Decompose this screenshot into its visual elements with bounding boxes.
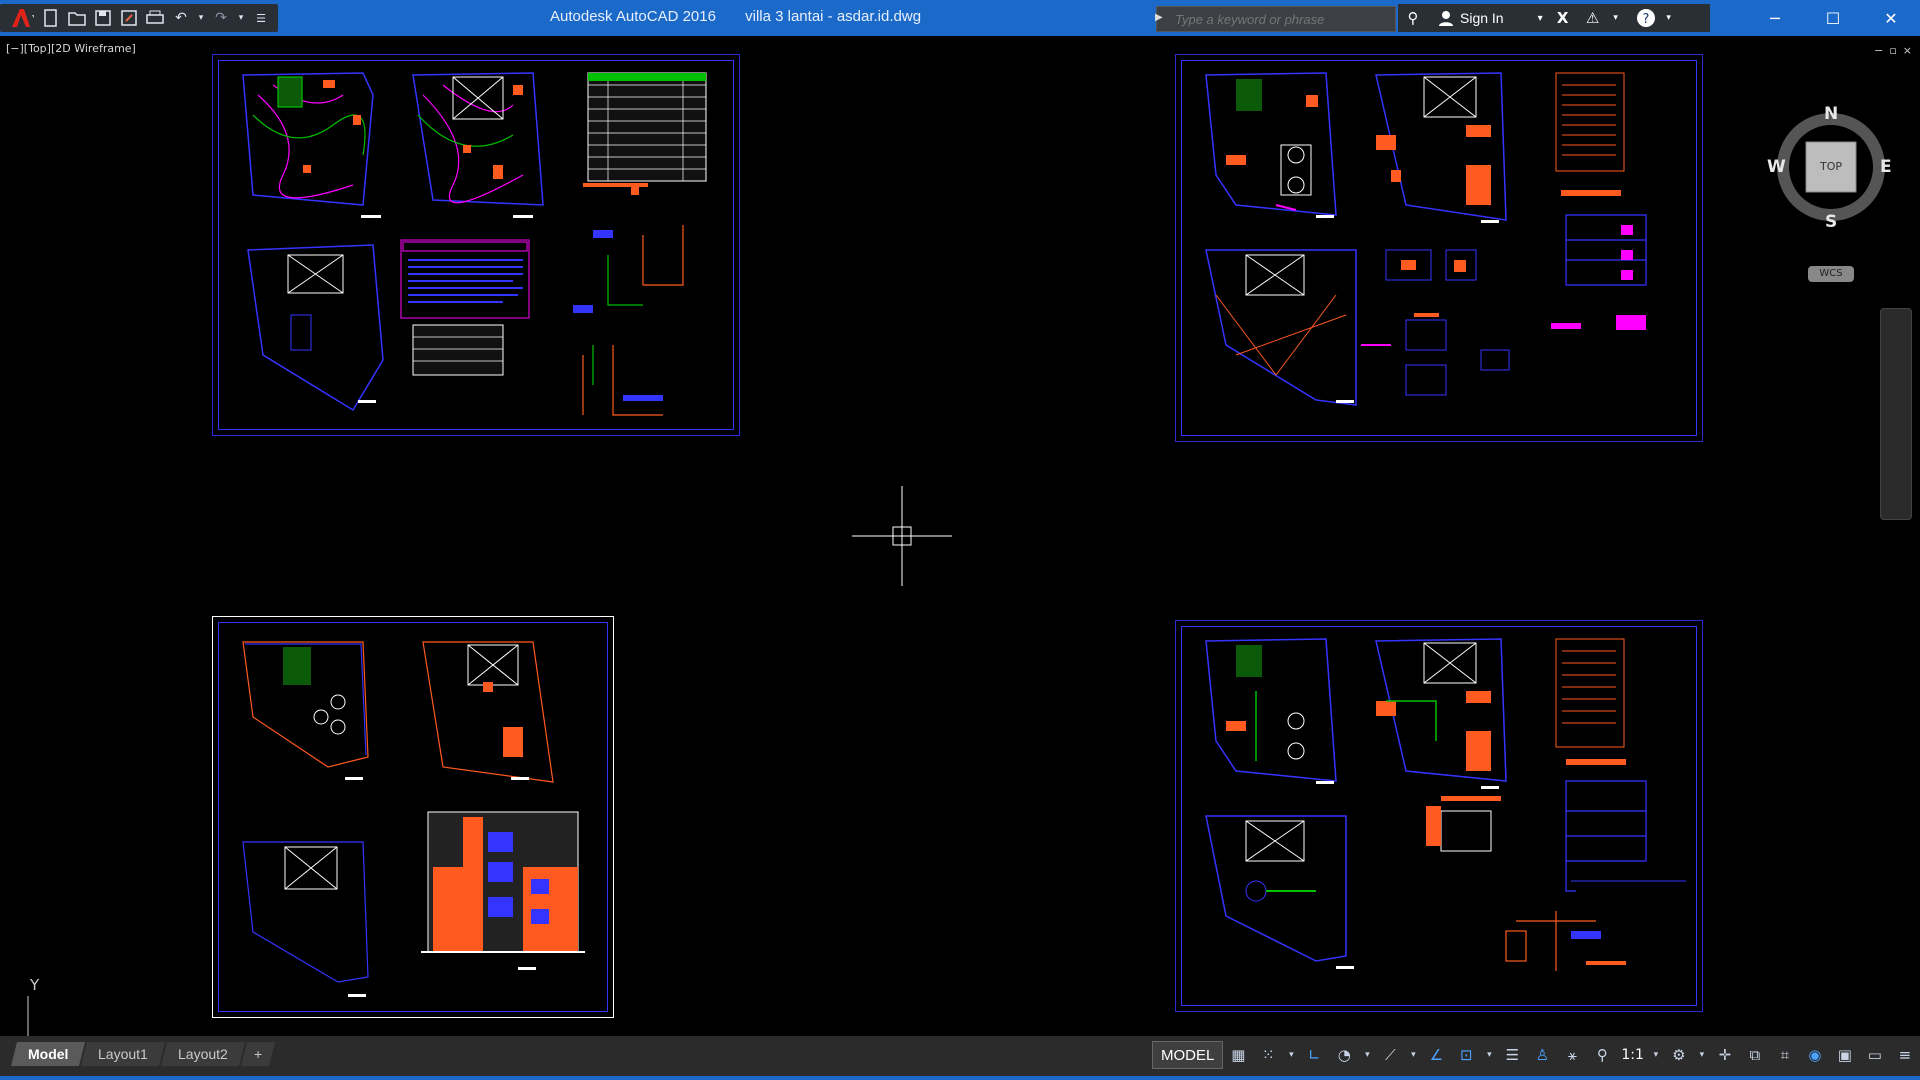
search-box[interactable]: ▶ [1155, 6, 1396, 32]
viewcube[interactable]: TOP N S E W [1767, 104, 1892, 232]
redo-dropdown-icon[interactable]: ▾ [236, 7, 246, 29]
snap-dropdown-icon[interactable]: ▾ [1286, 1043, 1296, 1067]
compass-east[interactable]: E [1880, 157, 1892, 177]
viewport-minimize-button[interactable]: − [1874, 44, 1883, 57]
svg-text:?: ? [1642, 12, 1649, 27]
sign-in-button[interactable]: Sign In ▾ [1438, 10, 1543, 26]
ucs-icon: Y X [20, 976, 100, 1036]
polar-tracking-icon[interactable]: ◔ [1332, 1043, 1356, 1067]
help-icon[interactable]: ? [1634, 6, 1658, 30]
save-icon[interactable] [92, 7, 114, 29]
redo-icon[interactable]: ↷ [210, 7, 232, 29]
wcs-menu[interactable]: WCS [1808, 266, 1854, 282]
title-bar: ↶ ▾ ↷ ▾ ☰ Autodesk AutoCAD 2016 villa 3 … [0, 0, 1920, 36]
help-dropdown-icon[interactable]: ▾ [1664, 6, 1674, 30]
architectural-plan-drawing [242, 641, 585, 997]
annotation-visibility-icon[interactable]: ♙ [1530, 1043, 1554, 1067]
window-title: Autodesk AutoCAD 2016 villa 3 lantai - a… [550, 8, 922, 25]
viewcube-top-face[interactable]: TOP [1806, 160, 1856, 173]
clean-screen-icon[interactable]: ▭ [1863, 1043, 1887, 1067]
customization-menu-icon[interactable]: ≡ [1893, 1043, 1917, 1067]
lineweight-icon[interactable]: ☰ [1500, 1043, 1524, 1067]
compass-north[interactable]: N [1824, 104, 1838, 124]
customize-icon[interactable]: ☰ [250, 7, 272, 29]
new-icon[interactable] [40, 7, 62, 29]
annotation-monitor-icon[interactable]: ✛ [1713, 1043, 1737, 1067]
a360-dropdown-icon[interactable]: ▾ [1611, 6, 1621, 30]
print-icon[interactable] [144, 7, 166, 29]
viewport-restore-button[interactable]: ▫ [1889, 44, 1896, 57]
user-icon [1439, 11, 1453, 26]
quick-properties-icon[interactable]: ⌗ [1773, 1043, 1797, 1067]
ortho-icon[interactable]: ∟ [1302, 1043, 1326, 1067]
binoculars-icon[interactable]: ⚲ [1401, 6, 1425, 30]
autocad-logo-icon [12, 9, 34, 27]
close-button[interactable]: ✕ [1862, 0, 1920, 36]
taskbar-strip [0, 1076, 1920, 1080]
open-icon[interactable] [66, 7, 88, 29]
undo-dropdown-icon[interactable]: ▾ [196, 7, 206, 29]
iso-dropdown-icon[interactable]: ▾ [1408, 1043, 1418, 1067]
viewport-controls-label[interactable]: [−][Top][2D Wireframe] [6, 42, 136, 55]
tab-layout2[interactable]: Layout2 [161, 1042, 246, 1066]
scale-dropdown-icon[interactable]: ▾ [1651, 1043, 1661, 1067]
minimize-button[interactable]: ─ [1746, 0, 1804, 36]
crosshair-cursor [852, 486, 952, 586]
model-space-button[interactable]: MODEL [1152, 1041, 1224, 1069]
osnap-dropdown-icon[interactable]: ▾ [1484, 1043, 1494, 1067]
layout-tabs: Model Layout1 Layout2 + [11, 1042, 276, 1066]
drawing-viewport[interactable]: [−][Top][2D Wireframe] − ▫ × TOP N S E W… [0, 36, 1920, 1036]
add-layout-button[interactable]: + [241, 1042, 276, 1066]
sanitary-plan-drawing [1205, 638, 1686, 971]
sign-in-label: Sign In [1460, 10, 1504, 26]
workspace-gear-icon[interactable]: ⚙ [1667, 1043, 1691, 1067]
exchange-apps-icon[interactable]: X [1551, 6, 1575, 30]
infocenter-toolbar: ⚲ Sign In ▾ X ⚠ ▾ ? ▾ [1398, 4, 1710, 32]
drawing-sheet-sanitary [1175, 620, 1703, 1012]
drawing-sheet-architectural [212, 616, 614, 1018]
drawing-sheet-plumbing [1175, 54, 1703, 442]
drawing-sheet-electrical [212, 54, 740, 436]
quick-access-toolbar: ↶ ▾ ↷ ▾ ☰ [0, 4, 278, 32]
status-toolbar: MODEL ▦ ⁙ ▾ ∟ ◔ ▾ ⟋ ▾ ∠ ⊡ ▾ ☰ ♙ ⚹ ⚲ 1:1 … [1152, 1040, 1920, 1070]
object-snap-icon[interactable]: ⊡ [1454, 1043, 1478, 1067]
annotation-scale-icon[interactable]: ⚲ [1590, 1043, 1614, 1067]
isolate-objects-icon[interactable]: ◉ [1803, 1043, 1827, 1067]
workspace-dropdown-icon[interactable]: ▾ [1697, 1043, 1707, 1067]
undo-icon[interactable]: ↶ [170, 7, 192, 29]
search-expand-icon[interactable]: ▶ [1155, 12, 1163, 26]
tab-layout1[interactable]: Layout1 [81, 1042, 166, 1066]
viewport-close-button[interactable]: × [1903, 44, 1912, 57]
units-icon[interactable]: ⧉ [1743, 1043, 1767, 1067]
tab-model[interactable]: Model [11, 1042, 86, 1066]
window-controls: ─ ☐ ✕ [1746, 0, 1920, 36]
object-snap-tracking-icon[interactable]: ∠ [1424, 1043, 1448, 1067]
ucs-y-label: Y [30, 976, 40, 994]
plumbing-plan-drawing [1205, 72, 1647, 406]
search-input[interactable] [1173, 10, 1395, 28]
annotation-scale-value[interactable]: 1:1 [1621, 1047, 1644, 1063]
maximize-button[interactable]: ☐ [1804, 0, 1862, 36]
compass-south[interactable]: S [1825, 212, 1837, 232]
application-menu-button[interactable] [4, 4, 38, 32]
auto-scale-icon[interactable]: ⚹ [1560, 1043, 1584, 1067]
saveas-icon[interactable] [118, 7, 140, 29]
hardware-acceleration-icon[interactable]: ▣ [1833, 1043, 1857, 1067]
viewport-window-controls: − ▫ × [1874, 44, 1912, 57]
electrical-plan-drawing [242, 72, 707, 416]
grid-icon[interactable]: ▦ [1226, 1043, 1250, 1067]
navigation-bar[interactable] [1880, 308, 1912, 520]
compass-west[interactable]: W [1767, 157, 1786, 177]
polar-dropdown-icon[interactable]: ▾ [1362, 1043, 1372, 1067]
snap-icon[interactable]: ⁙ [1256, 1043, 1280, 1067]
isometric-icon[interactable]: ⟋ [1378, 1043, 1402, 1067]
a360-icon[interactable]: ⚠ [1581, 6, 1605, 30]
status-bar: Model Layout1 Layout2 + MODEL ▦ ⁙ ▾ ∟ ◔ … [0, 1036, 1920, 1080]
chevron-down-icon: ▾ [1537, 12, 1543, 24]
